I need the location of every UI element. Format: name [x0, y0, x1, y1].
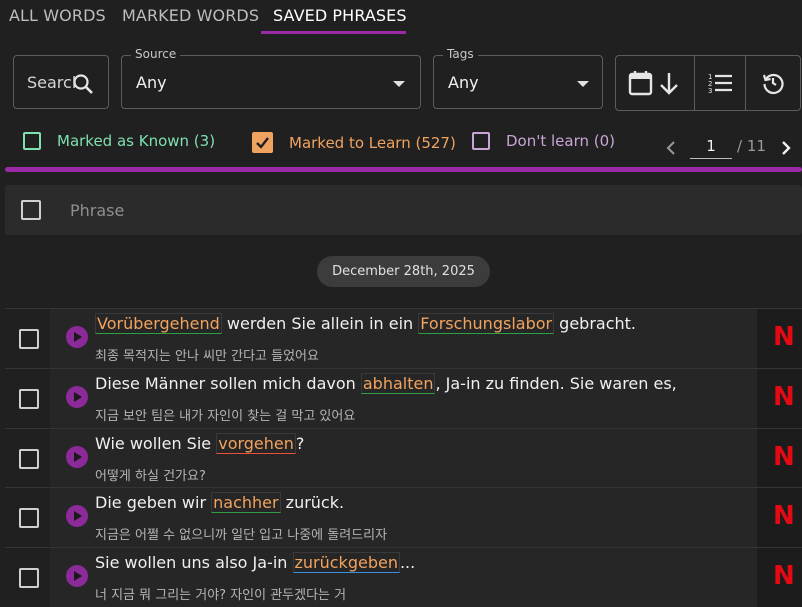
phrase-translation: 너 지금 뭐 그리는 거야? 자인이 관두겠다는 거	[95, 588, 347, 603]
filter-label: Marked as Known (3)	[57, 132, 216, 150]
phrase-segment: ?	[295, 434, 305, 453]
table-header: Phrase	[5, 185, 802, 235]
calendar-sort-icon	[628, 71, 678, 96]
search-icon	[73, 74, 93, 94]
chevron-right-icon[interactable]	[779, 140, 793, 156]
highlighted-word[interactable]: Vorübergehend	[95, 313, 222, 334]
netflix-icon: N	[773, 501, 795, 531]
svg-text:3: 3	[708, 87, 712, 95]
filter-marked-known[interactable]: Marked as Known (3)	[23, 132, 215, 150]
play-icon[interactable]	[66, 326, 88, 348]
netflix-icon: N	[773, 322, 795, 352]
play-icon[interactable]	[66, 565, 88, 587]
checkbox[interactable]	[472, 132, 490, 150]
page-total: / 11	[737, 137, 766, 155]
tab-all-words[interactable]: ALL WORDS	[9, 6, 106, 25]
source-label: Source	[131, 47, 181, 61]
phrase-text: Wie wollen Sie vorgehen?	[95, 433, 305, 454]
row-checkbox[interactable]	[19, 389, 39, 409]
highlighted-word[interactable]: nachher	[211, 492, 281, 513]
netflix-icon: N	[773, 561, 795, 591]
check-icon	[256, 137, 269, 149]
phrase-segment: Wie wollen Sie	[95, 434, 217, 453]
list-order-button[interactable]: 1 2 3	[695, 56, 745, 110]
phrase-translation: 어떻게 하실 건가요?	[95, 469, 206, 484]
phrase-text: Diese Männer sollen mich davon abhalten,…	[95, 373, 677, 394]
phrase-segment: gebracht.	[554, 314, 637, 333]
table-row[interactable]: Die geben wir nachher zurück. 지금은 어쩔 수 없…	[5, 487, 802, 547]
tab-marked-words[interactable]: MARKED WORDS	[122, 6, 259, 25]
play-icon[interactable]	[66, 446, 88, 468]
tab-saved-phrases[interactable]: SAVED PHRASES	[273, 6, 407, 25]
source-select[interactable]: Source Any	[121, 47, 421, 109]
highlighted-word[interactable]: vorgehen	[216, 433, 296, 454]
history-icon	[762, 73, 784, 95]
sort-by-date-button[interactable]	[616, 56, 694, 110]
play-icon[interactable]	[66, 386, 88, 408]
phrase-segment: Sie wollen uns also Ja-in	[95, 553, 293, 572]
row-checkbox[interactable]	[19, 329, 39, 349]
filter-label: Don't learn (0)	[506, 132, 616, 150]
row-checkbox[interactable]	[19, 568, 39, 588]
netflix-icon: N	[773, 442, 795, 472]
chevron-down-icon	[393, 81, 405, 87]
phrase-segment: Die geben wir	[95, 493, 212, 512]
phrase-text: Sie wollen uns also Ja-in zurückgeben...	[95, 552, 416, 573]
table-row[interactable]: Wie wollen Sie vorgehen? 어떻게 하실 건가요? N	[5, 428, 802, 488]
source-value: Any	[136, 73, 167, 92]
table-row[interactable]: Vorübergehend werden Sie allein in ein F…	[5, 308, 802, 368]
chevron-left-icon[interactable]	[664, 140, 678, 156]
phrase-segment: ...	[399, 553, 416, 572]
checkbox-checked[interactable]	[252, 132, 273, 153]
column-header-phrase: Phrase	[70, 201, 125, 220]
filter-marked-learn[interactable]: Marked to Learn (527)	[252, 132, 456, 153]
search-input[interactable]: Search	[13, 55, 109, 109]
phrase-translation: 지금 보안 팀은 내가 자인이 찾는 걸 막고 있어요	[95, 409, 356, 424]
search-placeholder: Search	[27, 73, 75, 92]
numbered-list-icon: 1 2 3	[708, 73, 732, 95]
chevron-down-icon	[577, 81, 589, 87]
sort-toolbar: 1 2 3	[615, 55, 801, 111]
filter-label: Marked to Learn (527)	[289, 133, 456, 152]
select-all-checkbox[interactable]	[21, 200, 41, 220]
progress-bar	[5, 167, 802, 172]
row-checkbox[interactable]	[19, 449, 39, 469]
filter-dont-learn[interactable]: Don't learn (0)	[472, 132, 615, 150]
page-number-input[interactable]: 1	[690, 137, 732, 159]
phrase-segment: werden Sie allein in ein	[221, 314, 419, 333]
table-row[interactable]: Sie wollen uns also Ja-in zurückgeben...…	[5, 547, 802, 607]
tags-label: Tags	[443, 47, 478, 61]
table-row[interactable]: Diese Männer sollen mich davon abhalten,…	[5, 368, 802, 428]
phrase-segment: Diese Männer sollen mich davon	[95, 374, 361, 393]
phrase-translation: 지금은 어쩔 수 없으니까 일단 입고 나중에 돌려드리자	[95, 528, 388, 543]
row-checkbox[interactable]	[19, 508, 39, 528]
phrase-text: Vorübergehend werden Sie allein in ein F…	[95, 313, 637, 334]
phrase-segment: , Ja-in zu finden. Sie waren es,	[435, 374, 677, 393]
phrase-text: Die geben wir nachher zurück.	[95, 492, 345, 513]
phrase-translation: 최종 목적지는 안나 씨만 간다고 들었어요	[95, 349, 319, 364]
highlighted-word[interactable]: Forschungslabor	[418, 313, 555, 334]
netflix-icon: N	[773, 382, 795, 412]
tags-value: Any	[448, 73, 479, 92]
highlighted-word[interactable]: zurückgeben	[292, 552, 400, 573]
play-icon[interactable]	[66, 505, 88, 527]
active-tab-indicator	[261, 31, 406, 34]
highlighted-word[interactable]: abhalten	[360, 373, 436, 394]
tags-select[interactable]: Tags Any	[433, 47, 603, 109]
history-button[interactable]	[746, 56, 800, 110]
phrase-segment: zurück.	[280, 493, 345, 512]
tab-bar: ALL WORDS MARKED WORDS SAVED PHRASES	[0, 0, 802, 34]
checkbox[interactable]	[23, 132, 41, 150]
date-group-chip: December 28th, 2025	[317, 256, 490, 287]
